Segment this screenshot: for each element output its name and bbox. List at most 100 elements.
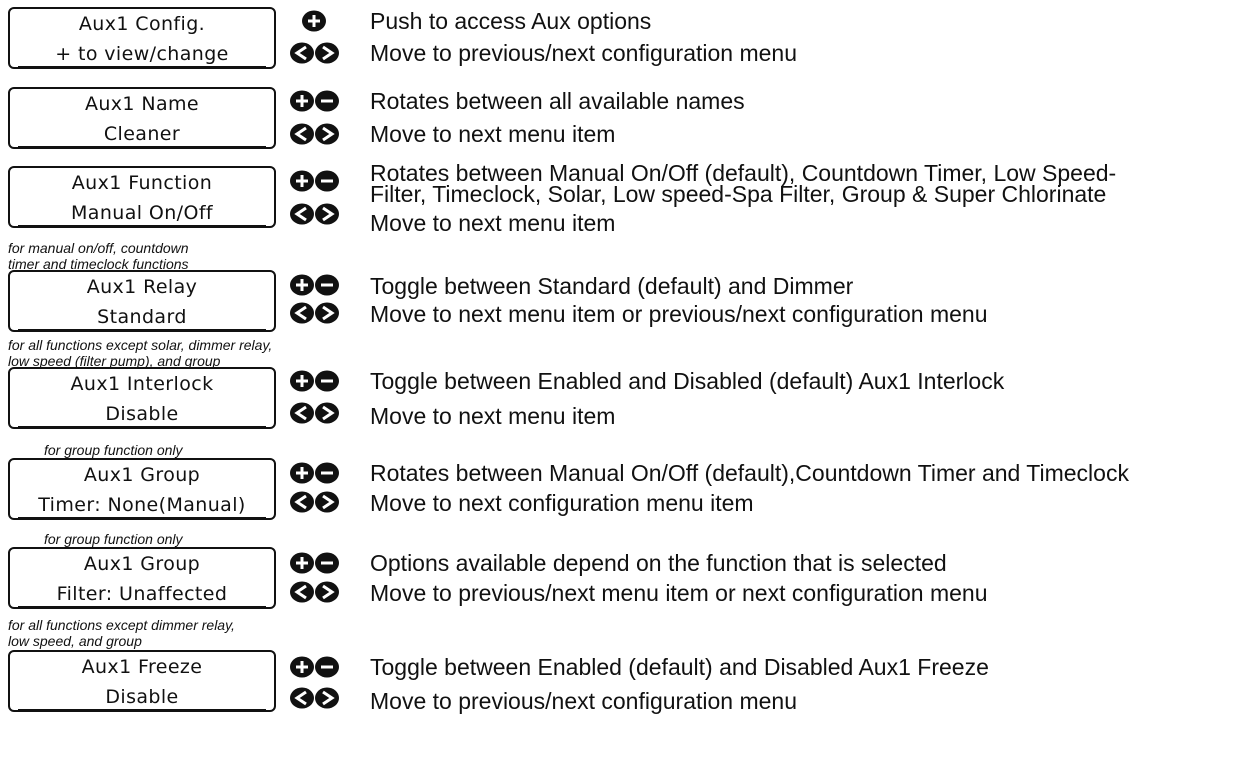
menu-flow-document: Aux1 Config. + to view/change Push to ac… [0,0,1258,775]
plus-icon [290,656,314,678]
button-group-bottom [290,581,360,603]
lcd-display-aux1-freeze: Aux1 Freeze Disable [8,650,276,712]
lcd-line-1: Aux1 Config. [78,13,206,35]
description-line: Push to access Aux options [370,8,652,34]
plus-icon [290,462,314,484]
lcd-display-aux1-group-filter: Aux1 Group Filter: Unaffected [8,547,276,609]
minus-icon [315,90,339,112]
next-icon [315,491,339,513]
lcd-display-aux1-name: Aux1 Name Cleaner [8,87,276,149]
next-icon [315,581,339,603]
condition-note: for group function only [44,531,183,547]
description-line: Toggle between Enabled (default) and Dis… [370,654,989,680]
plus-icon [290,274,314,296]
button-group-bottom [290,687,360,709]
button-group-bottom [290,203,360,225]
button-group-bottom [290,402,360,424]
lcd-line-1: Aux1 Freeze [81,656,203,678]
button-group-top [290,10,360,32]
lcd-line-2: Standard [10,302,274,332]
button-group-bottom [290,123,360,145]
lcd-line-2: + to view/change [10,39,274,69]
prev-icon [290,581,314,603]
minus-icon [315,274,339,296]
lcd-line-2: Timer: None(Manual) [10,490,274,520]
button-group-bottom [290,42,360,64]
lcd-line-1: Aux1 Name [84,93,200,115]
description-line: Filter, Timeclock, Solar, Low speed-Spa … [370,181,1107,207]
button-group-bottom [290,491,360,513]
condition-note: for manual on/off, countdown timer and t… [8,240,189,272]
description-top: Toggle between Enabled and Disabled (def… [370,368,1004,394]
lcd-line-2: Cleaner [10,119,274,149]
next-icon [315,123,339,145]
condition-note: for all functions except solar, dimmer r… [8,337,272,369]
description-bottom: Move to previous/next configuration menu [370,40,798,66]
lcd-line-2: Filter: Unaffected [10,579,274,609]
lcd-line-2: Disable [10,682,274,712]
prev-icon [290,302,314,324]
lcd-line-1: Aux1 Interlock [70,373,214,395]
minus-icon [315,656,339,678]
lcd-line-1: Aux1 Group [83,553,201,575]
note-line: for all functions except dimmer relay, [8,617,235,633]
condition-note: for group function only [44,442,183,458]
next-icon [315,42,339,64]
next-icon [315,302,339,324]
description-bottom: Move to next menu item [370,210,616,236]
lcd-line-2: Manual On/Off [10,198,274,228]
button-group-top [290,370,360,392]
plus-icon [302,10,326,32]
description-line: Rotates between all available names [370,88,745,114]
description-line: Toggle between Standard (default) and Di… [370,273,854,299]
lcd-display-aux1-config: Aux1 Config. + to view/change [8,7,276,69]
prev-icon [290,203,314,225]
minus-icon [315,170,339,192]
description-line: Options available depend on the function… [370,550,947,576]
lcd-display-aux1-group-timer: Aux1 Group Timer: None(Manual) [8,458,276,520]
description-top: Toggle between Standard (default) and Di… [370,273,853,299]
description-bottom: Move to next configuration menu item [370,490,754,516]
description-top: Rotates between Manual On/Off (default),… [370,460,1129,486]
lcd-line-1: Aux1 Group [83,464,201,486]
description-line: Rotates between Manual On/Off (default),… [370,460,1129,486]
button-group-top [290,462,360,484]
note-line: for group function only [44,442,183,458]
button-group-bottom [290,302,360,324]
prev-icon [290,491,314,513]
description-top: Rotates between all available names [370,88,745,114]
lcd-line-1: Aux1 Relay [86,276,198,298]
note-line: low speed, and group [8,633,142,649]
lcd-line-2: Disable [10,399,274,429]
description-bottom: Move to previous/next configuration menu [370,688,798,714]
condition-note: for all functions except dimmer relay, l… [8,617,235,649]
note-line: for all functions except solar, dimmer r… [8,337,273,353]
minus-icon [315,552,339,574]
button-group-top [290,170,360,192]
minus-icon [315,370,339,392]
prev-icon [290,687,314,709]
prev-icon [290,123,314,145]
description-top: Rotates between Manual On/Off (default),… [370,162,1116,207]
description-top: Options available depend on the function… [370,550,947,576]
description-top: Toggle between Enabled (default) and Dis… [370,654,989,680]
description-line: Toggle between Enabled and Disabled (def… [370,368,1005,394]
description-bottom: Move to next menu item [370,121,616,147]
note-line: for group function only [44,531,183,547]
description-bottom: Move to next menu item or previous/next … [370,301,988,327]
button-group-top [290,656,360,678]
prev-icon [290,402,314,424]
plus-icon [290,90,314,112]
description-top: Push to access Aux options [370,8,651,34]
next-icon [315,402,339,424]
plus-icon [290,170,314,192]
lcd-display-aux1-relay: Aux1 Relay Standard [8,270,276,332]
plus-icon [290,370,314,392]
plus-icon [290,552,314,574]
prev-icon [290,42,314,64]
minus-icon [315,462,339,484]
button-group-top [290,552,360,574]
note-line: for manual on/off, countdown [8,240,189,256]
lcd-display-aux1-interlock: Aux1 Interlock Disable [8,367,276,429]
button-group-top [290,90,360,112]
